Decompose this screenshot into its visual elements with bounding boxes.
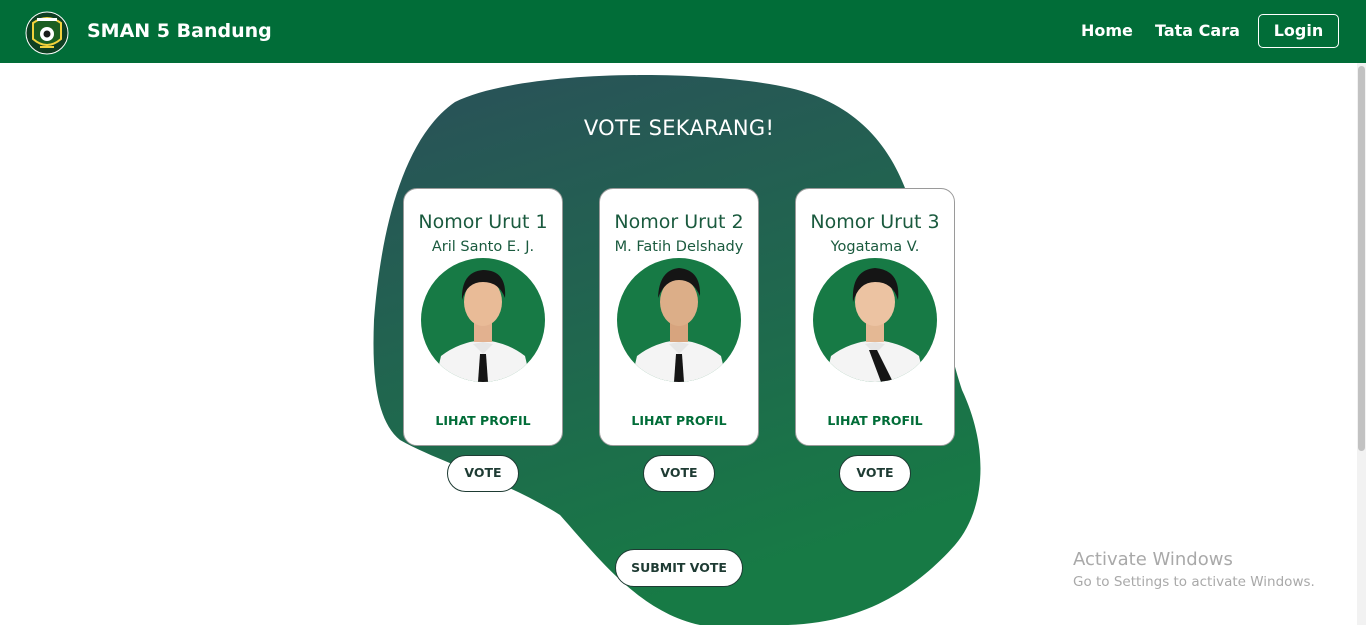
candidate-card-3: Nomor Urut 3 Yogatama V. LIHAT PROFIL <box>795 188 955 446</box>
candidate-number: Nomor Urut 1 <box>418 211 548 233</box>
view-profile-link[interactable]: LIHAT PROFIL <box>404 413 562 429</box>
candidate-name: Yogatama V. <box>830 239 920 255</box>
navbar: SMAN 5 Bandung Home Tata Cara Login <box>0 0 1366 63</box>
brand-title[interactable]: SMAN 5 Bandung <box>87 18 272 44</box>
school-logo[interactable] <box>24 9 70 55</box>
candidate-card-1: Nomor Urut 1 Aril Santo E. J. LIHAT PROF… <box>403 188 563 446</box>
candidate-name: M. Fatih Delshady <box>614 239 744 255</box>
candidate-photo <box>617 258 741 382</box>
activate-windows-subtitle: Go to Settings to activate Windows. <box>1073 574 1315 590</box>
vote-section-title: VOTE SEKARANG! <box>583 116 775 140</box>
view-profile-link[interactable]: LIHAT PROFIL <box>600 413 758 429</box>
scrollbar-thumb[interactable] <box>1358 66 1365 451</box>
candidate-number: Nomor Urut 3 <box>810 211 940 233</box>
candidate-photo <box>813 258 937 382</box>
nav-home-link[interactable]: Home <box>1081 20 1133 42</box>
candidate-photo <box>421 258 545 382</box>
vote-button-3[interactable]: VOTE <box>839 455 911 492</box>
activate-windows-title: Activate Windows <box>1073 549 1233 570</box>
login-button[interactable]: Login <box>1258 14 1339 48</box>
candidate-name: Aril Santo E. J. <box>431 239 535 255</box>
nav-tata-cara-link[interactable]: Tata Cara <box>1155 20 1240 42</box>
candidate-number: Nomor Urut 2 <box>614 211 744 233</box>
candidate-card-2: Nomor Urut 2 M. Fatih Delshady LIHAT PRO… <box>599 188 759 446</box>
submit-vote-button[interactable]: SUBMIT VOTE <box>615 549 743 587</box>
view-profile-link[interactable]: LIHAT PROFIL <box>796 413 954 429</box>
vote-button-2[interactable]: VOTE <box>643 455 715 492</box>
vote-button-1[interactable]: VOTE <box>447 455 519 492</box>
